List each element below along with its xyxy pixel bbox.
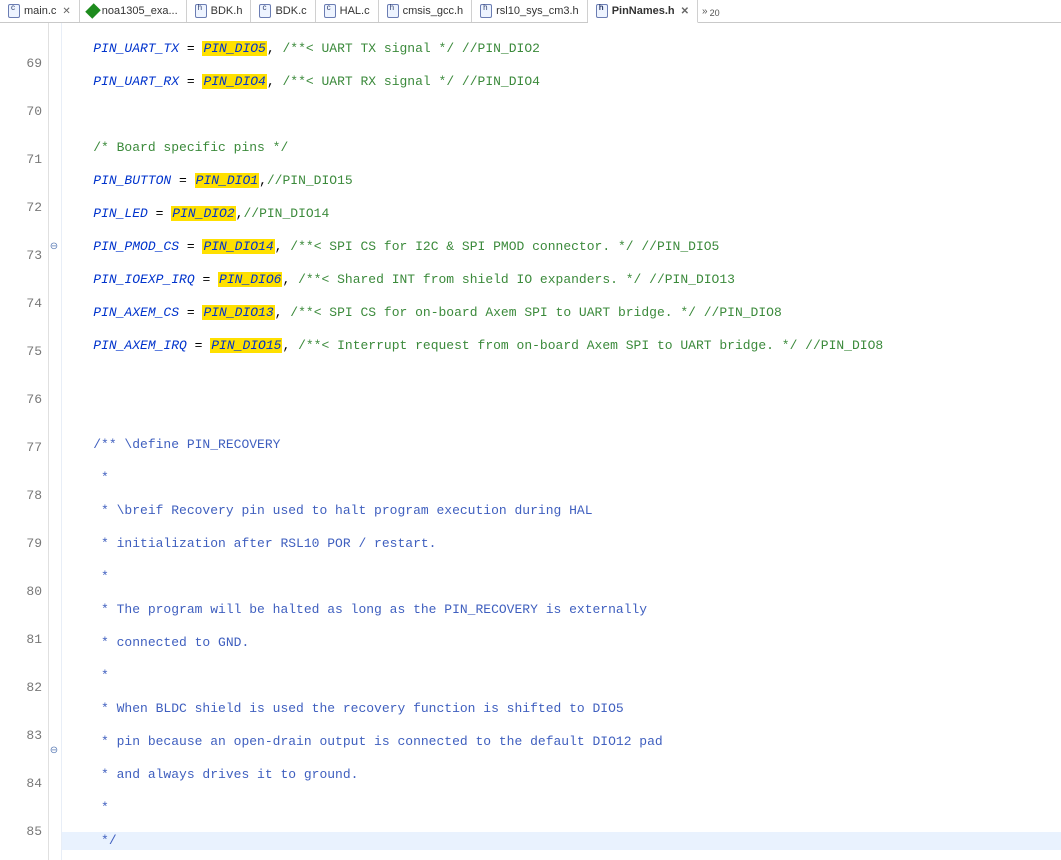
code-editor[interactable]: 69 70 71 72 73 74 75 76 77 78 79 80 81 8… [0, 23, 1061, 860]
code-line [62, 106, 1061, 124]
tab-label: main.c [24, 5, 56, 17]
code-line [62, 403, 1061, 421]
code-line: PIN_IOEXP_IRQ = PIN_DIO6, /**< Shared IN… [62, 271, 1061, 289]
fold-toggle-icon[interactable]: ⊖ [49, 745, 59, 757]
code-line: * [62, 667, 1061, 685]
line-number: 73 [0, 247, 42, 265]
h-file-icon [596, 4, 608, 18]
code-line: * connected to GND. [62, 634, 1061, 652]
tab-noa1305[interactable]: noa1305_exa... [80, 0, 187, 22]
tab-label: cmsis_gcc.h [403, 5, 464, 17]
line-number: 78 [0, 487, 42, 505]
code-line: PIN_AXEM_CS = PIN_DIO13, /**< SPI CS for… [62, 304, 1061, 322]
tab-hal-c[interactable]: HAL.c [316, 0, 379, 22]
line-number: 72 [0, 199, 42, 217]
overflow-count: 20 [710, 8, 720, 18]
tab-label: rsl10_sys_cm3.h [496, 5, 579, 17]
code-line: PIN_PMOD_CS = PIN_DIO14, /**< SPI CS for… [62, 238, 1061, 256]
line-number: 83 [0, 727, 42, 745]
h-file-icon [480, 4, 492, 18]
line-number: 75 [0, 343, 42, 361]
code-line: PIN_UART_RX = PIN_DIO4, /**< UART RX sig… [62, 73, 1061, 91]
fold-toggle-icon[interactable]: ⊖ [49, 241, 59, 253]
code-line: PIN_UART_TX = PIN_DIO5, /**< UART TX sig… [62, 40, 1061, 58]
tab-cmsis-gcc-h[interactable]: cmsis_gcc.h [379, 0, 473, 22]
line-number: 85 [0, 823, 42, 841]
code-area[interactable]: PIN_UART_TX = PIN_DIO5, /**< UART TX sig… [62, 23, 1061, 860]
code-line [62, 370, 1061, 388]
line-number: 84 [0, 775, 42, 793]
code-line: /** \define PIN_RECOVERY [62, 436, 1061, 454]
tab-overflow-button[interactable]: » 20 [698, 0, 724, 22]
code-line: * [62, 469, 1061, 487]
h-file-icon [195, 4, 207, 18]
code-line: * and always drives it to ground. [62, 766, 1061, 784]
tab-rsl10-sys-cm3-h[interactable]: rsl10_sys_cm3.h [472, 0, 588, 22]
fold-column: ⊖ ⊖ [49, 23, 62, 860]
line-number: 81 [0, 631, 42, 649]
tab-bdk-c[interactable]: BDK.c [251, 0, 315, 22]
code-line: */ [62, 832, 1061, 850]
c-file-icon [324, 4, 336, 18]
code-line: * [62, 799, 1061, 817]
chevron-right-icon: » [702, 6, 708, 17]
close-icon[interactable]: ✕ [681, 6, 689, 17]
line-number: 69 [0, 55, 42, 73]
c-file-icon [8, 4, 20, 18]
line-number: 76 [0, 391, 42, 409]
code-line: * [62, 568, 1061, 586]
code-line: PIN_BUTTON = PIN_DIO1,//PIN_DIO15 [62, 172, 1061, 190]
code-line: * pin because an open-drain output is co… [62, 733, 1061, 751]
code-line: * The program will be halted as long as … [62, 601, 1061, 619]
diamond-icon [85, 3, 101, 19]
code-line: * \breif Recovery pin used to halt progr… [62, 502, 1061, 520]
c-file-icon [259, 4, 271, 18]
tab-label: noa1305_exa... [102, 5, 178, 17]
line-number: 71 [0, 151, 42, 169]
line-number: 82 [0, 679, 42, 697]
code-line: * When BLDC shield is used the recovery … [62, 700, 1061, 718]
code-line: /* Board specific pins */ [62, 139, 1061, 157]
line-number-gutter: 69 70 71 72 73 74 75 76 77 78 79 80 81 8… [0, 23, 49, 860]
line-number: 79 [0, 535, 42, 553]
tab-label: PinNames.h [612, 5, 675, 17]
editor-tab-bar: main.c ✕ noa1305_exa... BDK.h BDK.c HAL.… [0, 0, 1061, 23]
close-icon[interactable]: ✕ [62, 6, 70, 17]
tab-pinnames-h[interactable]: PinNames.h ✕ [588, 0, 698, 23]
code-line: PIN_AXEM_IRQ = PIN_DIO15, /**< Interrupt… [62, 337, 1061, 355]
line-number: 80 [0, 583, 42, 601]
tab-label: HAL.c [340, 5, 370, 17]
code-line: * initialization after RSL10 POR / resta… [62, 535, 1061, 553]
line-number: 74 [0, 295, 42, 313]
tab-label: BDK.c [275, 5, 306, 17]
code-line: PIN_LED = PIN_DIO2,//PIN_DIO14 [62, 205, 1061, 223]
line-number: 70 [0, 103, 42, 121]
h-file-icon [387, 4, 399, 18]
tab-bdk-h[interactable]: BDK.h [187, 0, 252, 22]
tab-label: BDK.h [211, 5, 243, 17]
line-number: 77 [0, 439, 42, 457]
tab-main-c[interactable]: main.c ✕ [0, 0, 80, 22]
